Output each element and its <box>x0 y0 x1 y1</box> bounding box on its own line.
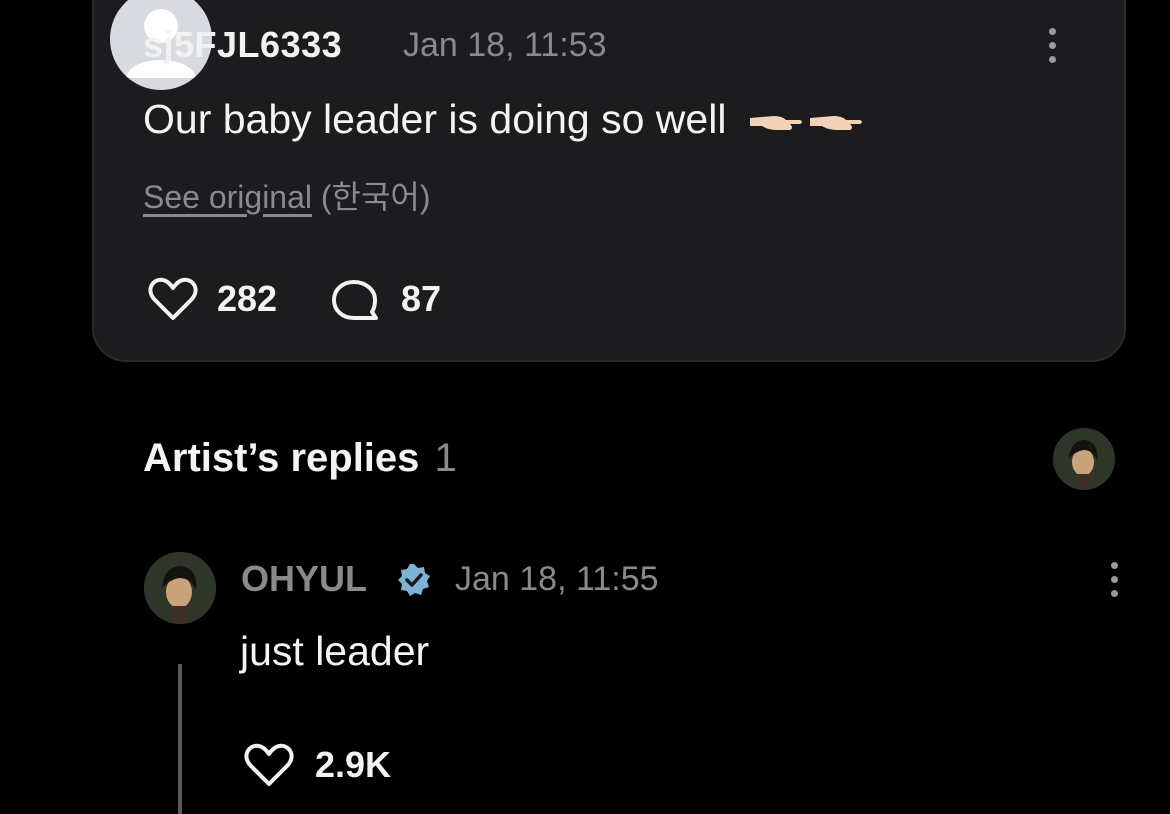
artist-replies-title: Artist’s replies <box>143 436 420 480</box>
see-original: See original (한국어) <box>143 172 431 218</box>
thread-line <box>178 664 182 814</box>
verified-badge-icon <box>396 562 432 603</box>
comment-like-count: 282 <box>217 278 278 319</box>
pointing-hands-icon <box>748 99 866 146</box>
artist-reply-text: just leader <box>240 628 430 674</box>
comment-username[interactable]: sj5FJL6333 <box>143 24 342 66</box>
artist-avatar-small[interactable] <box>1053 428 1115 490</box>
artist-replies-header: Artist’s replies 1 <box>143 436 457 481</box>
reply-bubble-icon[interactable] <box>330 278 382 329</box>
more-options-icon[interactable] <box>1104 558 1124 602</box>
like-heart-icon[interactable] <box>147 276 199 327</box>
original-language: (한국어) <box>320 179 431 215</box>
more-options-icon[interactable] <box>1042 24 1062 68</box>
comment-body: Our baby leader is doing so well <box>143 96 727 142</box>
see-original-link[interactable]: See original <box>143 179 312 215</box>
comment-timestamp: Jan 18, 11:53 <box>403 26 607 64</box>
artist-username[interactable]: OHYUL <box>241 558 367 600</box>
artist-avatar[interactable] <box>144 552 216 624</box>
comment-reply-count: 87 <box>401 278 442 319</box>
like-heart-icon[interactable] <box>243 742 295 793</box>
artist-reply-like-count: 2.9K <box>315 744 392 785</box>
artist-reply-timestamp: Jan 18, 11:55 <box>455 560 659 598</box>
artist-replies-count: 1 <box>434 436 457 480</box>
comment-text: Our baby leader is doing so well <box>143 96 866 146</box>
